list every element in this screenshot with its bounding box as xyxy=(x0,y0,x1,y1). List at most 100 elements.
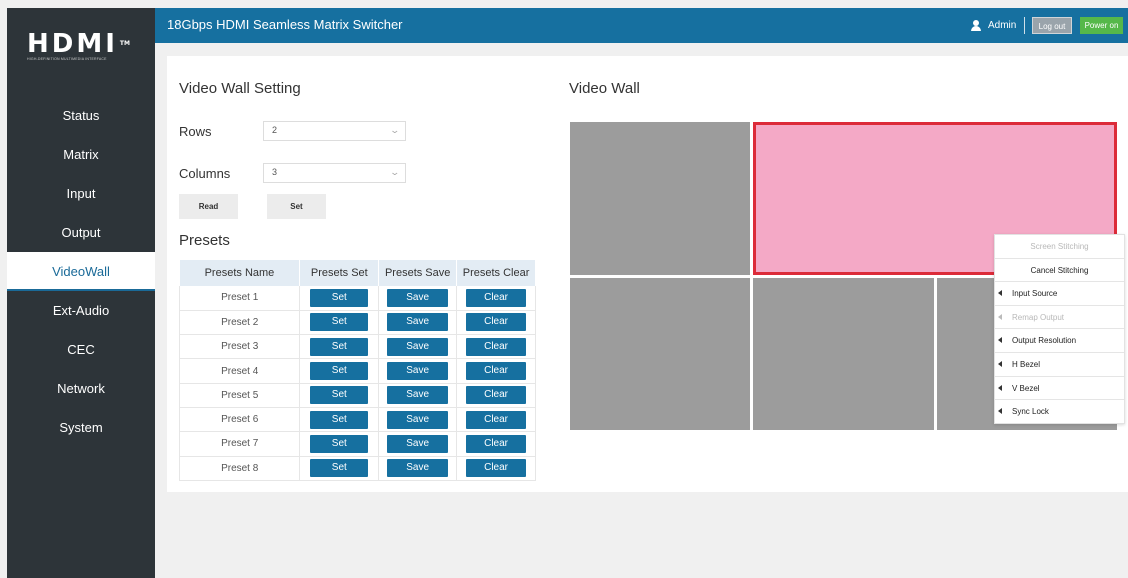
context-menu-item-remap-output: Remap Output xyxy=(995,306,1124,330)
context-menu-label: Output Resolution xyxy=(1012,336,1077,346)
table-row: Preset 3 Set Save Clear xyxy=(178,334,536,360)
sidebar-nav: Status Matrix Input Output VideoWall Ext-Audi… xyxy=(7,96,155,447)
rows-select[interactable]: 2 ⌄ xyxy=(263,121,406,141)
context-menu-label: Cancel Stitching xyxy=(1030,265,1089,275)
context-menu-item-cancel-stitching[interactable]: Cancel Stitching xyxy=(995,259,1124,283)
chevron-down-icon: ⌄ xyxy=(389,125,401,135)
submenu-arrow-icon xyxy=(998,408,1002,415)
preset-save-button[interactable]: Save xyxy=(387,288,449,307)
context-menu-item-sync-lock[interactable]: Sync Lock xyxy=(995,400,1124,424)
context-menu-label: Input Source xyxy=(1012,289,1058,299)
sidebar-item-output[interactable]: Output xyxy=(7,213,155,252)
context-menu-item-input-source[interactable]: Input Source xyxy=(995,282,1124,306)
user-icon xyxy=(971,20,981,31)
preset-name: Preset 5 xyxy=(178,383,301,408)
presets-title: Presets xyxy=(179,232,230,249)
rows-value: 2 xyxy=(272,125,278,135)
app-title: 18Gbps HDMI Seamless Matrix Switcher xyxy=(167,17,403,32)
preset-save-button[interactable]: Save xyxy=(387,313,449,332)
wall-screen-r2-c2[interactable] xyxy=(753,277,934,430)
preset-set-button[interactable]: Set xyxy=(310,434,369,453)
preset-clear-button[interactable]: Clear xyxy=(466,313,527,332)
preset-name: Preset 3 xyxy=(178,334,301,360)
context-menu-label: V Bezel xyxy=(1012,383,1040,393)
preset-clear-button[interactable]: Clear xyxy=(466,288,527,307)
sidebar-item-videowall[interactable]: VideoWall xyxy=(7,252,155,291)
preset-clear-button[interactable]: Clear xyxy=(466,459,527,478)
preset-name: Preset 1 xyxy=(178,286,301,311)
sidebar-item-ext-audio[interactable]: Ext-Audio xyxy=(7,291,155,330)
sidebar-item-input[interactable]: Input xyxy=(7,174,155,213)
submenu-arrow-icon xyxy=(998,384,1002,391)
context-menu-label: Remap Output xyxy=(1012,312,1065,322)
preset-save-button[interactable]: Save xyxy=(387,362,449,381)
preset-clear-button[interactable]: Clear xyxy=(466,386,527,405)
table-row: Preset 2 Set Save Clear xyxy=(178,310,536,336)
sidebar-item-matrix[interactable]: Matrix xyxy=(7,135,155,174)
sidebar-item-network[interactable]: Network xyxy=(7,369,155,408)
preset-save-button[interactable]: Save xyxy=(387,410,449,429)
table-row: Preset 5 Set Save Clear xyxy=(178,383,536,408)
preset-save-button[interactable]: Save xyxy=(387,434,449,453)
context-menu-item-h-bezel[interactable]: H Bezel xyxy=(995,353,1124,377)
preset-save-button[interactable]: Save xyxy=(387,386,449,405)
rows-label: Rows xyxy=(179,124,212,139)
main-panel: Video Wall Setting Rows 2 ⌄ Columns 3 ⌄ … xyxy=(167,56,1128,492)
preset-set-button[interactable]: Set xyxy=(310,362,369,381)
preset-save-button[interactable]: Save xyxy=(387,459,449,478)
preset-name: Preset 6 xyxy=(178,407,301,433)
col-presets-name: Presets Name xyxy=(179,260,301,286)
wall-screen-r2-c1[interactable] xyxy=(570,277,751,430)
preset-clear-button[interactable]: Clear xyxy=(466,362,527,381)
wall-screen-r1-c1[interactable] xyxy=(570,122,751,275)
submenu-arrow-icon xyxy=(998,360,1002,367)
context-menu-label: Screen Stitching xyxy=(1030,242,1089,251)
preset-set-button[interactable]: Set xyxy=(310,459,369,478)
sidebar-item-status[interactable]: Status xyxy=(7,96,155,135)
columns-label: Columns xyxy=(179,166,231,181)
video-wall-setting-title: Video Wall Setting xyxy=(179,80,301,97)
table-header-row: Presets Name Presets Set Presets Save Pr… xyxy=(179,260,536,286)
preset-set-button[interactable]: Set xyxy=(310,313,369,332)
preset-clear-button[interactable]: Clear xyxy=(466,434,527,453)
context-menu-label: Sync Lock xyxy=(1012,407,1049,417)
preset-set-button[interactable]: Set xyxy=(310,410,369,429)
context-menu-label: H Bezel xyxy=(1012,359,1041,369)
preset-set-button[interactable]: Set xyxy=(310,288,369,307)
logout-button[interactable]: Log out xyxy=(1032,17,1072,34)
col-presets-clear: Presets Clear xyxy=(456,260,536,286)
preset-clear-button[interactable]: Clear xyxy=(466,410,527,429)
submenu-arrow-icon xyxy=(998,337,1002,344)
table-row: Preset 6 Set Save Clear xyxy=(178,407,536,433)
columns-value: 3 xyxy=(272,167,278,177)
table-row: Preset 7 Set Save Clear xyxy=(178,431,536,457)
video-wall-title: Video Wall xyxy=(569,80,640,97)
preset-name: Preset 4 xyxy=(178,358,301,384)
table-row: Preset 1 Set Save Clear xyxy=(178,286,536,311)
context-menu: Screen Stitching Cancel Stitching Input So… xyxy=(994,234,1125,424)
submenu-arrow-icon xyxy=(998,290,1002,297)
top-bar: 18Gbps HDMI Seamless Matrix Switcher Adm… xyxy=(155,8,1128,43)
context-menu-item-screen-stitching: Screen Stitching xyxy=(995,235,1124,259)
logo-text: HDMI xyxy=(27,29,118,59)
preset-set-button[interactable]: Set xyxy=(310,386,369,405)
preset-name: Preset 8 xyxy=(178,456,301,481)
presets-table: Presets Name Presets Set Presets Save Pr… xyxy=(178,260,536,481)
sidebar-item-cec[interactable]: CEC xyxy=(7,330,155,369)
power-on-button[interactable]: Power on xyxy=(1080,17,1123,34)
preset-save-button[interactable]: Save xyxy=(387,337,449,356)
set-button[interactable]: Set xyxy=(267,194,326,219)
context-menu-item-v-bezel[interactable]: V Bezel xyxy=(995,377,1124,401)
table-row: Preset 8 Set Save Clear xyxy=(178,456,536,481)
preset-set-button[interactable]: Set xyxy=(310,337,369,356)
read-button[interactable]: Read xyxy=(179,194,238,219)
chevron-down-icon: ⌄ xyxy=(389,167,401,177)
preset-name: Preset 7 xyxy=(178,431,301,457)
col-presets-save: Presets Save xyxy=(378,260,458,286)
sidebar-item-system[interactable]: System xyxy=(7,408,155,447)
columns-select[interactable]: 3 ⌄ xyxy=(263,163,406,183)
context-menu-item-output-resolution[interactable]: Output Resolution xyxy=(995,329,1124,353)
header-divider xyxy=(1024,17,1025,34)
preset-clear-button[interactable]: Clear xyxy=(466,337,527,356)
col-presets-set: Presets Set xyxy=(299,260,380,286)
